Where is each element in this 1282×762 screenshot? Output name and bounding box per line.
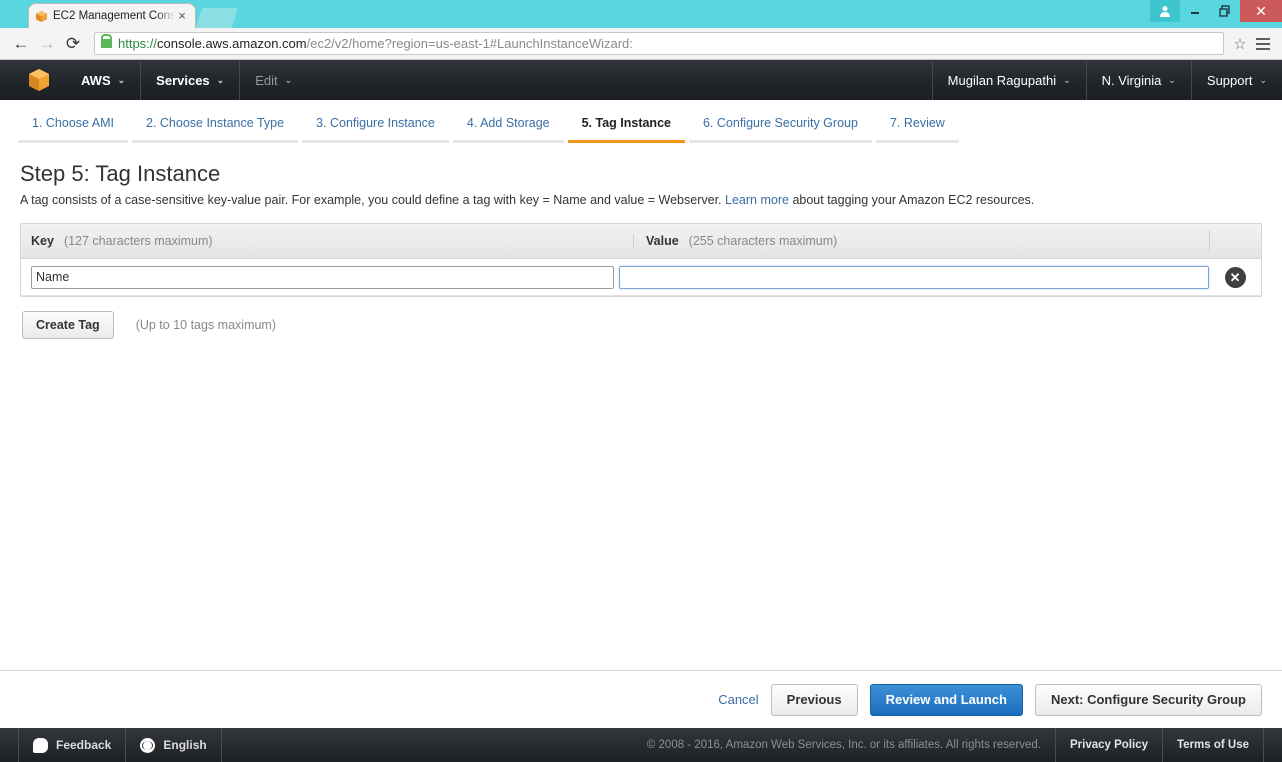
feedback-link[interactable]: Feedback — [18, 728, 127, 762]
tag-actions: Create Tag (Up to 10 tags maximum) — [20, 297, 1262, 339]
tag-row: ✕ — [21, 259, 1261, 296]
url-host: console.aws.amazon.com — [157, 36, 307, 51]
review-and-launch-button[interactable]: Review and Launch — [869, 683, 1023, 716]
browser-toolbar: ← → ⟳ https://console.aws.amazon.com/ec2… — [0, 28, 1282, 60]
chevron-down-icon: ⌄ — [1168, 74, 1176, 85]
nav-support-label: Support — [1206, 72, 1253, 88]
chevron-down-icon: ⌄ — [216, 74, 225, 85]
nav-aws[interactable]: AWS ⌄ — [66, 60, 140, 100]
key-header-label: Key — [31, 234, 54, 248]
terms-of-use-link[interactable]: Terms of Use — [1161, 728, 1264, 762]
wizard-content: Step 5: Tag Instance A tag consists of a… — [0, 143, 1282, 339]
new-tab-button[interactable] — [195, 8, 239, 28]
wizard-tab-3[interactable]: 3. Configure Instance — [302, 112, 449, 143]
wizard-tab-6[interactable]: 6. Configure Security Group — [688, 112, 872, 143]
tags-table-body: ✕ — [21, 259, 1261, 296]
globe-icon — [140, 737, 156, 753]
tag-delete-cell: ✕ — [1209, 266, 1261, 288]
description-after-link: about tagging your Amazon EC2 resources. — [792, 193, 1035, 207]
nav-user-menu[interactable]: Mugilan Ragupathi ⌄ — [931, 60, 1086, 100]
window-controls: ✕ — [1150, 0, 1282, 22]
chevron-down-icon: ⌄ — [1063, 74, 1071, 85]
language-link[interactable]: English — [126, 728, 222, 762]
cancel-link[interactable]: Cancel — [718, 692, 758, 707]
aws-top-nav: AWS ⌄ Services ⌄ Edit ⌄ Mugilan Ragupath… — [0, 60, 1282, 100]
site-footer: Feedback English © 2008 - 2016, Amazon W… — [0, 728, 1282, 762]
nav-aws-label: AWS — [81, 72, 111, 88]
nav-edit-label: Edit — [255, 72, 278, 88]
chevron-down-icon: ⌄ — [284, 74, 293, 85]
wizard-tab-1[interactable]: 1. Choose AMI — [18, 112, 128, 143]
cube-icon — [28, 68, 50, 92]
wizard-tab-4[interactable]: 4. Add Storage — [452, 112, 564, 143]
chevron-down-icon: ⌄ — [117, 74, 126, 85]
speech-bubble-icon — [33, 737, 48, 753]
url-text: https://console.aws.amazon.com/ec2/v2/ho… — [118, 36, 633, 51]
browser-tab-title: EC2 Management Console — [53, 10, 175, 22]
browser-menu-icon[interactable] — [1252, 32, 1274, 55]
nav-region-label: N. Virginia — [1101, 72, 1162, 88]
nav-edit[interactable]: Edit ⌄ — [239, 60, 307, 100]
reload-icon[interactable]: ⟳ — [60, 31, 86, 57]
maximize-button[interactable] — [1210, 0, 1240, 22]
aws-cube-icon — [35, 10, 48, 23]
wizard-tab-7[interactable]: 7. Review — [875, 112, 959, 143]
key-header-hint: (127 characters maximum) — [63, 234, 213, 248]
previous-button[interactable]: Previous — [770, 683, 858, 716]
chevron-down-icon: ⌄ — [1259, 74, 1267, 85]
browser-tab[interactable]: EC2 Management Console × — [28, 3, 196, 28]
tags-maximum-hint: (Up to 10 tags maximum) — [135, 318, 277, 332]
wizard-tab-2[interactable]: 2. Choose Instance Type — [132, 112, 299, 143]
copyright-text: © 2008 - 2016, Amazon Web Services, Inc.… — [646, 739, 1041, 751]
back-icon[interactable]: ← — [8, 31, 34, 57]
close-window-button[interactable]: ✕ — [1240, 0, 1282, 22]
nav-services-label: Services — [156, 72, 210, 88]
column-header-key: Key (127 characters maximum) — [21, 234, 633, 248]
feedback-label: Feedback — [56, 738, 112, 752]
next-configure-security-group-button[interactable]: Next: Configure Security Group — [1034, 683, 1262, 716]
close-tab-icon[interactable]: × — [175, 9, 189, 23]
privacy-policy-link[interactable]: Privacy Policy — [1054, 728, 1162, 762]
column-header-delete — [1209, 230, 1261, 252]
bookmark-star-icon[interactable]: ☆ — [1228, 32, 1252, 55]
tags-table-header: Key (127 characters maximum) Value (255 … — [21, 224, 1261, 259]
nav-user-label: Mugilan Ragupathi — [947, 72, 1057, 88]
tag-value-input[interactable] — [619, 265, 1210, 289]
wizard-action-bar: Cancel Previous Review and Launch Next: … — [0, 670, 1282, 728]
description-before-link: A tag consists of a case-sensitive key-v… — [20, 193, 722, 207]
tag-key-input[interactable] — [31, 265, 615, 289]
wizard-steps: 1. Choose AMI 2. Choose Instance Type 3. C… — [0, 100, 1282, 143]
lock-icon — [101, 34, 112, 48]
avatar[interactable] — [1150, 0, 1180, 22]
language-label: English — [163, 738, 207, 752]
value-header-hint: (255 characters maximum) — [688, 234, 838, 248]
forward-icon: → — [38, 33, 56, 53]
nav-support-menu[interactable]: Support ⌄ — [1190, 60, 1282, 100]
aws-cube-logo[interactable] — [0, 60, 66, 100]
url-bar[interactable]: https://console.aws.amazon.com/ec2/v2/ho… — [94, 32, 1224, 55]
create-tag-button[interactable]: Create Tag — [22, 311, 114, 339]
page-title: Step 5: Tag Instance — [20, 161, 221, 186]
nav-services[interactable]: Services ⌄ — [140, 60, 239, 100]
url-scheme: https:// — [118, 36, 158, 51]
page-description: A tag consists of a case-sensitive key-v… — [20, 193, 1262, 207]
nav-region-menu[interactable]: N. Virginia ⌄ — [1085, 60, 1191, 100]
value-header-label: Value — [646, 234, 679, 248]
url-path: /ec2/v2/home?region=us-east-1#LaunchInst… — [306, 36, 633, 51]
column-header-value: Value (255 characters maximum) — [633, 234, 1209, 248]
tag-value-cell — [614, 265, 1210, 289]
remove-tag-icon[interactable]: ✕ — [1224, 266, 1246, 288]
wizard-page: 1. Choose AMI 2. Choose Instance Type 3. C… — [0, 100, 1282, 339]
tags-table: Key (127 characters maximum) Value (255 … — [20, 223, 1262, 297]
learn-more-link[interactable]: Learn more — [725, 193, 789, 207]
browser-titlebar: EC2 Management Console × ✕ — [0, 0, 1282, 28]
wizard-tab-5[interactable]: 5. Tag Instance — [567, 112, 685, 143]
minimize-button[interactable] — [1180, 0, 1210, 22]
